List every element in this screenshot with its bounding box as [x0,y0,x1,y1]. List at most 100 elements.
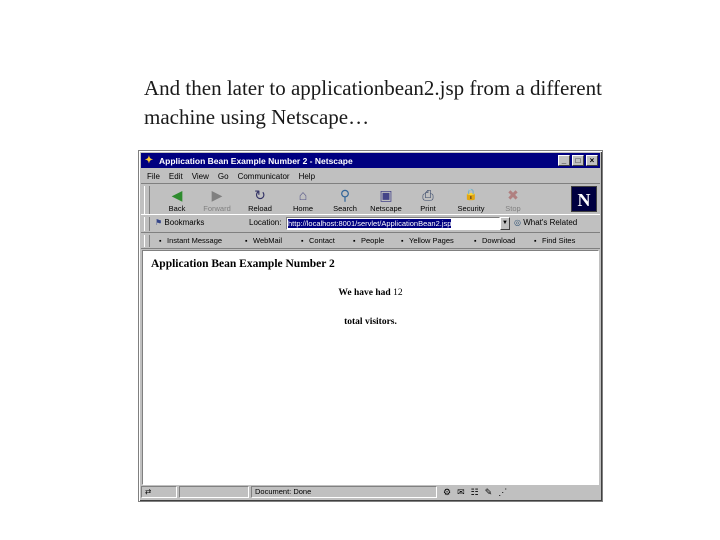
location-grip[interactable] [144,217,150,231]
netscape-app-icon[interactable]: ✦ [143,155,155,167]
visitor-count: 12 [393,288,403,298]
url-dropdown-button[interactable]: ▼ [500,217,510,230]
forward-arrow-icon: ▶ [211,187,223,203]
netscape-window: ✦ Application Bean Example Number 2 - Ne… [138,150,603,502]
menu-go[interactable]: Go [218,172,229,181]
download-link[interactable]: ▪ Download [474,236,515,245]
yellow-pages-label: Yellow Pages [409,236,454,245]
reload-button[interactable]: ↻ Reload [241,186,279,214]
stop-button[interactable]: ✖ Stop [494,186,532,214]
location-label: Location: [249,218,282,227]
netscape-button[interactable]: ▣ Netscape [367,186,405,214]
instant-message-link[interactable]: ▪ Instant Message [159,236,222,245]
home-button[interactable]: ⌂ Home [284,186,322,214]
caption-line-2: machine using Netscape… [144,105,370,129]
menu-file[interactable]: File [147,172,160,181]
bookmark-link-icon: ▪ [353,238,356,245]
people-link[interactable]: ▪ People [353,236,384,245]
reload-icon: ↻ [254,187,266,203]
navigator-icon[interactable]: ⚙ [443,487,451,498]
search-label: Search [333,204,357,213]
search-icon: ⚲ [339,187,351,203]
toolbar-grip[interactable] [144,186,150,214]
back-label: Back [168,204,186,213]
whats-related-label: What's Related [523,218,578,227]
menu-view[interactable]: View [192,172,209,181]
bookmark-link-icon: ▪ [301,238,304,245]
home-label: Home [292,204,313,213]
visitors-prefix: We have had [338,288,391,298]
netscape-logo[interactable]: N [571,186,597,212]
yellow-pages-link[interactable]: ▪ Yellow Pages [401,236,454,245]
search-button[interactable]: ⚲ Search [326,186,364,214]
menu-communicator[interactable]: Communicator [238,172,290,181]
component-bar: ⚙ ✉ ☷ ✎ ⋰ [443,487,513,498]
netscape-icon: ▣ [379,187,393,203]
connection-icon: ⇄ [145,487,152,496]
connection-status: ⇄ [141,486,177,498]
security-label: Security [457,204,485,213]
find-sites-link[interactable]: ▪ Find Sites [534,236,575,245]
bookmark-link-icon: ▪ [474,238,477,245]
back-arrow-icon: ◀ [171,187,183,203]
whats-related-button[interactable]: ◎ What's Related [514,218,577,227]
download-label: Download [482,236,516,245]
visitors-line: We have had 12 [143,288,598,298]
personal-toolbar: ▪ Instant Message ▪ WebMail ▪ Contact ▪ Peop… [141,234,600,249]
back-button[interactable]: ◀ Back [158,186,196,214]
bookmark-icon: ⚑ [155,218,163,227]
webmail-label: WebMail [253,236,283,245]
menu-help[interactable]: Help [299,172,315,181]
chevron-down-icon: ▼ [502,220,508,226]
slide-caption: And then later to applicationbean2.jsp f… [144,74,704,132]
navigation-toolbar: ◀ Back ▶ Forward ↻ Reload ⌂ Home ⚲ Searc… [141,183,600,215]
bookmark-link-icon: ▪ [159,238,162,245]
lock-icon: 🔒 [464,189,478,201]
instant-message-label: Instant Message [167,236,223,245]
menu-bar: File Edit View Go Communicator Help [141,169,600,183]
stop-label: Stop [505,204,521,213]
find-sites-label: Find Sites [542,236,576,245]
home-icon: ⌂ [298,187,308,203]
contact-link[interactable]: ▪ Contact [301,236,335,245]
status-bar: ⇄ Document: Done ⚙ ✉ ☷ ✎ ⋰ [141,485,600,499]
url-input[interactable]: http://localhost:8001/servlet/Applicatio… [286,217,500,230]
caption-line-1: And then later to applicationbean2.jsp f… [144,76,602,100]
composer-icon[interactable]: ✎ [485,487,493,498]
maximize-button[interactable]: □ [572,155,584,166]
page-heading: Application Bean Example Number 2 [151,258,335,270]
bookmarks-label: Bookmarks [164,218,205,227]
bookmark-link-icon: ▪ [245,238,248,245]
webmail-link[interactable]: ▪ WebMail [245,236,282,245]
close-button[interactable]: × [586,155,598,166]
related-icon: ◎ [514,218,521,227]
forward-button[interactable]: ▶ Forward [198,186,236,214]
page-content: Application Bean Example Number 2 We hav… [142,250,599,485]
netscape-label: Netscape [370,204,402,213]
bookmark-link-icon: ▪ [401,238,404,245]
security-button[interactable]: 🔒 Security [452,186,490,214]
contact-label: Contact [309,236,335,245]
resize-grip-icon[interactable]: ⋰ [498,487,507,498]
status-text: Document: Done [251,486,437,498]
window-title: Application Bean Example Number 2 - Nets… [159,155,353,166]
mail-icon[interactable]: ✉ [457,487,465,498]
url-text: http://localhost:8001/servlet/Applicatio… [288,219,452,228]
bookmarks-button[interactable]: ⚑ Bookmarks [155,218,204,227]
minimize-button[interactable]: _ [558,155,570,166]
location-toolbar: ⚑ Bookmarks Location: http://localhost:8… [141,216,600,233]
print-button[interactable]: ⎙ Print [409,186,447,214]
menu-edit[interactable]: Edit [169,172,183,181]
stop-icon: ✖ [507,187,519,203]
print-icon: ⎙ [422,187,434,203]
progress-meter [179,486,249,498]
reload-label: Reload [248,204,272,213]
print-label: Print [420,204,436,213]
personal-grip[interactable] [144,235,150,247]
discussion-icon[interactable]: ☷ [471,487,479,498]
title-bar[interactable]: ✦ Application Bean Example Number 2 - Ne… [141,153,600,168]
visitors-suffix: total visitors. [344,317,397,327]
bookmark-link-icon: ▪ [534,238,537,245]
forward-label: Forward [203,204,231,213]
people-label: People [361,236,385,245]
